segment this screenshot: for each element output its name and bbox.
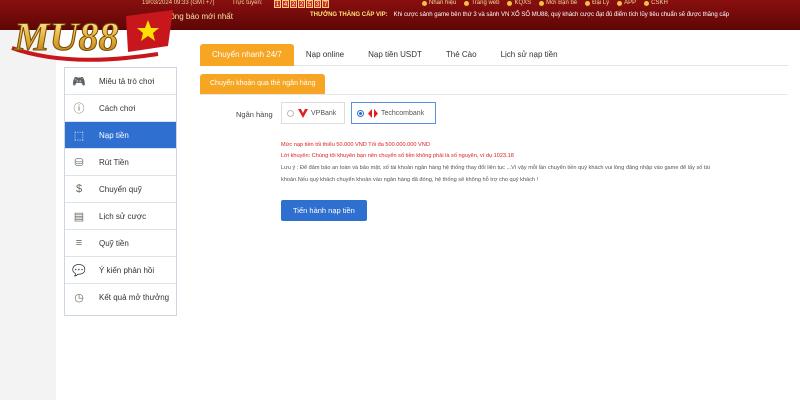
sidebar-item-label: Kết quả mở thưởng (99, 293, 170, 302)
vpbank-logo-icon (298, 108, 308, 118)
phone-icon (617, 0, 623, 6)
withdraw-icon: ⛁ (74, 156, 84, 169)
sidebar-item-transfer[interactable]: $ Chuyển quỹ (65, 176, 176, 203)
account-sidebar: 🎮 Miêu tả trò chơi ⓘ Cách chơi ⬚ Nạp tiề… (64, 67, 177, 316)
tab-usdt-deposit[interactable]: Nạp tiền USDT (356, 44, 434, 66)
logo-text: MU88 (13, 14, 118, 59)
online-digit: 5 (306, 0, 313, 8)
divider (200, 94, 788, 95)
sidebar-item-label: Cách chơi (99, 103, 136, 113)
sidebar-item-label: Quỹ tiền (99, 238, 129, 248)
deposit-tabs: Chuyển nhanh 24/7 Nạp online Nạp tiền US… (200, 44, 788, 66)
chat-icon: 💬 (72, 264, 86, 277)
online-digit: 1 (274, 0, 281, 8)
vip-title: THƯỞNG THĂNG CẤP VIP: (310, 12, 388, 18)
top-link-kqxs[interactable]: KQXS (507, 0, 531, 6)
sidebar-item-game-description[interactable]: 🎮 Miêu tả trò chơi (65, 68, 176, 95)
bank-option-label: Techcombank (381, 109, 425, 117)
deposit-note-line2: khoản.Nếu quý khách chuyển khoản vào ngâ… (281, 177, 539, 183)
online-digit: 4 (282, 0, 289, 8)
coins-icon: ≡ (75, 237, 83, 249)
sidebar-item-label: Miêu tả trò chơi (99, 76, 155, 86)
sidebar-item-label: Lịch sử cược (99, 211, 147, 221)
tab-online-deposit[interactable]: Nạp online (294, 44, 356, 66)
radio-button-selected[interactable] (357, 109, 364, 117)
sidebar-item-label: Rút Tiền (99, 157, 129, 167)
deposit-icon: ⬚ (73, 129, 85, 142)
tab-fast-transfer[interactable]: Chuyển nhanh 24/7 (200, 44, 294, 66)
sidebar-item-funds[interactable]: ≡ Quỹ tiền (65, 230, 176, 257)
agent-icon (585, 0, 591, 6)
bank-option-label: VPBank (311, 109, 337, 117)
top-link-support[interactable]: CSKH (644, 0, 668, 6)
online-digit: 3 (314, 0, 321, 8)
deposit-panel: Chuyển nhanh 24/7 Nạp online Nạp tiền US… (188, 30, 800, 400)
transfer-icon: $ (75, 183, 83, 195)
online-counter: 1 4 2 2 5 3 7 (274, 0, 329, 8)
top-link-invite[interactable]: Mời Bạn bè (539, 0, 577, 6)
deposit-limit-text: Mức nạp tiền tối thiểu 50.000 VND Tối đa… (281, 142, 430, 148)
top-links: Nhãn hiệu Trang web KQXS Mời Bạn bè Đại … (422, 0, 668, 6)
brand-icon (422, 0, 427, 6)
techcombank-logo-icon (368, 108, 378, 118)
mu88-logo[interactable]: MU88 (8, 8, 178, 70)
tab-scratch-card[interactable]: Thẻ Cào (434, 44, 489, 66)
online-label: Trực tuyến: (232, 0, 263, 6)
online-digit: 7 (322, 0, 329, 8)
online-digit: 2 (290, 0, 297, 8)
sidebar-item-label: Chuyển quỹ (99, 184, 142, 194)
deposit-advice-text: Lời khuyên: Chúng tôi khuyên bạn nên chu… (281, 153, 514, 159)
globe-icon (464, 0, 470, 6)
lottery-icon (507, 0, 513, 6)
top-link-app[interactable]: APP (617, 0, 636, 6)
deposit-note-line1: Lưu ý : Để đảm bảo an toàn và bảo mật, s… (281, 165, 710, 171)
invite-icon (539, 0, 545, 6)
sidebar-item-label: Nạp tiền (99, 130, 129, 140)
sidebar-item-results[interactable]: ◷ Kết quả mở thưởng (65, 284, 176, 311)
info-icon: ⓘ (73, 103, 85, 115)
vip-text: Khi cược sảnh game bên thứ 3 và sảnh VN … (393, 12, 730, 18)
subtab-bank-transfer[interactable]: Chuyển khoản qua thẻ ngân hàng (200, 74, 326, 94)
bank-option-vpbank[interactable]: VPBank (281, 102, 345, 124)
sidebar-item-deposit[interactable]: ⬚ Nạp tiền (65, 122, 176, 149)
datetime-display: 19/03/2024 09:33 (GMT+7) (142, 0, 215, 6)
sidebar-item-label: Ý kiến phản hồi (99, 265, 155, 275)
online-digit: 2 (298, 0, 305, 8)
gamepad-icon: 🎮 (72, 75, 86, 88)
top-link-website[interactable]: Trang web (464, 0, 499, 6)
history-icon: ▤ (73, 210, 85, 223)
bank-option-techcombank[interactable]: Techcombank (351, 102, 436, 124)
clock-icon: ◷ (74, 292, 84, 304)
sidebar-item-bet-history[interactable]: ▤ Lịch sử cược (65, 203, 176, 230)
radio-button[interactable] (287, 109, 294, 117)
logo-graphic: MU88 (11, 10, 173, 62)
bank-label: Ngân hàng (236, 110, 273, 119)
vip-marquee: THƯỞNG THĂNG CẤP VIP: Khi cược sảnh game… (310, 12, 729, 18)
sidebar-item-withdraw[interactable]: ⛁ Rút Tiền (65, 149, 176, 176)
tab-deposit-history[interactable]: Lịch sử nạp tiền (489, 44, 570, 66)
support-icon (644, 0, 650, 6)
proceed-deposit-button[interactable]: Tiến hành nạp tiền (281, 200, 367, 221)
top-link-brand[interactable]: Nhãn hiệu (422, 0, 456, 6)
sidebar-item-how-to-play[interactable]: ⓘ Cách chơi (65, 95, 176, 122)
top-link-agent[interactable]: Đại Lý (585, 0, 609, 6)
sidebar-item-feedback[interactable]: 💬 Ý kiến phản hồi (65, 257, 176, 284)
